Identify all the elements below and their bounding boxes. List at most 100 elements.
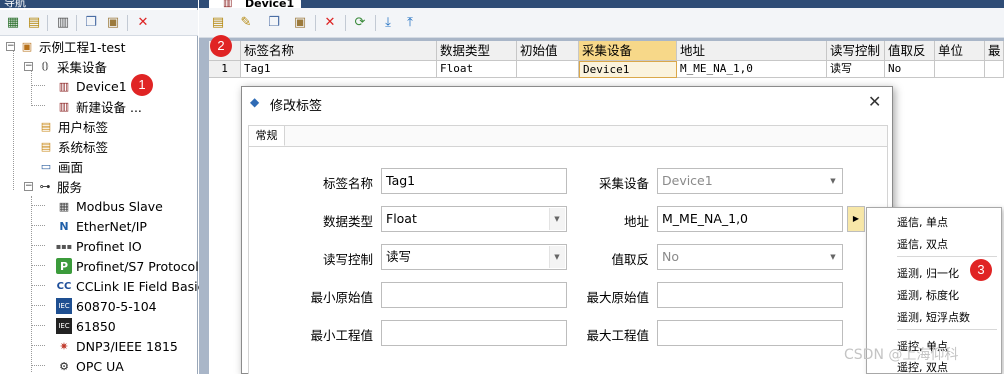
col-header-address[interactable]: 地址 <box>677 41 827 61</box>
settings-icon[interactable]: ▥ <box>54 14 72 32</box>
chevron-down-icon: ▼ <box>554 215 560 223</box>
system-tags-icon: ▤ <box>40 139 52 153</box>
menu-item[interactable]: 遥测, 短浮点数 <box>897 309 970 325</box>
add-icon[interactable]: ▤ <box>25 14 43 32</box>
rw-control-select[interactable]: 读写 ▼ <box>381 244 567 270</box>
tree-item-device1[interactable]: ▥ Device1 <box>56 76 127 96</box>
tree-item-user-tags[interactable]: ▤ 用户标签 <box>38 116 108 136</box>
tree-item-profinet-s7[interactable]: P Profinet/S7 Protocol <box>56 256 199 276</box>
tree-item-iec104[interactable]: IEC 60870-5-104 <box>56 296 157 316</box>
tree-item-dnp3[interactable]: ✷ DNP3/IEEE 1815 <box>56 336 177 356</box>
tag-name-label: 标签名称 <box>322 176 373 191</box>
cell-invert[interactable]: No <box>885 61 935 78</box>
chevron-down-icon: ▼ <box>830 177 836 185</box>
document-tab-strip: ▥ Device1 <box>199 0 1004 8</box>
col-header-initial-value[interactable]: 初始值 <box>517 41 579 61</box>
grid-toolbar: ▤ ✎ ❐ ▣ ✕ ⟳ ⤓ ⤒ <box>199 8 1004 38</box>
max-raw-label: 最大原始值 <box>586 290 649 305</box>
invert-select[interactable]: No ▼ <box>657 244 843 270</box>
import-icon[interactable]: ⤓ <box>379 14 397 32</box>
tree-item-profinet-io[interactable]: ▪▪▪ Profinet IO <box>56 236 142 256</box>
collapse-icon[interactable]: − <box>24 61 33 71</box>
navigation-pane: 导航 ▦ ▤ ▥ ❐ ▣ ✕ − ▣ 示例工程1-test − ⦅⦆ 采集设备 … <box>0 0 205 374</box>
edit-tag-icon[interactable]: ✎ <box>237 14 255 32</box>
max-eng-field[interactable] <box>657 320 843 346</box>
tree-item-project[interactable]: − ▣ 示例工程1-test <box>6 36 125 56</box>
new-device-icon: ▥ <box>58 99 70 113</box>
min-eng-field[interactable] <box>381 320 567 346</box>
refresh-icon[interactable]: ⟳ <box>351 14 369 32</box>
project-tree: − ▣ 示例工程1-test − ⦅⦆ 采集设备 ▥ Device1 ▥ 新建设… <box>0 36 205 374</box>
min-raw-field[interactable] <box>381 282 567 308</box>
close-icon[interactable]: ✕ <box>868 92 881 111</box>
cell-device[interactable]: Device1 <box>579 61 677 78</box>
tree-item-cclink[interactable]: CC CCLink IE Field Basic <box>56 276 205 296</box>
project-icon: ▣ <box>21 39 33 53</box>
collapse-icon[interactable]: − <box>24 181 33 191</box>
cell-tag-name[interactable]: Tag1 <box>241 61 437 78</box>
tree-item-services[interactable]: − ⊶ 服务 <box>24 176 82 196</box>
tree-item-iec61850[interactable]: IEC 61850 <box>56 316 116 336</box>
add-tag-icon[interactable]: ▤ <box>209 14 227 32</box>
chevron-right-icon: ▶ <box>852 214 860 223</box>
col-header-data-type[interactable]: 数据类型 <box>437 41 517 61</box>
tab-device1[interactable]: ▥ Device1 <box>209 0 301 8</box>
device-label: 采集设备 <box>598 176 649 191</box>
cell-initial-value[interactable] <box>517 61 579 78</box>
paste-icon[interactable]: ▣ <box>104 14 122 32</box>
collapse-icon[interactable]: − <box>6 41 15 51</box>
col-header-max[interactable]: 最 <box>985 41 1004 61</box>
paste-icon[interactable]: ▣ <box>291 14 309 32</box>
delete-icon[interactable]: ✕ <box>134 14 152 32</box>
form-panel: 标签名称 Tag1 采集设备 Device1 ▼ 数据类型 Float ▼ 地址 M… <box>249 146 887 374</box>
cell-max[interactable] <box>985 61 1004 78</box>
cell-address[interactable]: M_ME_NA_1,0 <box>677 61 827 78</box>
cclink-icon: CC <box>56 280 72 292</box>
max-raw-field[interactable] <box>657 282 843 308</box>
col-header-device[interactable]: 采集设备 <box>579 41 677 61</box>
diamond-icon: ◆ <box>250 95 260 109</box>
col-header-unit[interactable]: 单位 <box>935 41 985 61</box>
address-label: 地址 <box>623 214 649 229</box>
nav-toolbar: ▦ ▤ ▥ ❐ ▣ ✕ <box>0 10 198 36</box>
iec61850-icon: IEC <box>56 318 72 334</box>
chevron-down-icon: ▼ <box>554 253 560 261</box>
col-header-rw-control[interactable]: 读写控制 <box>827 41 885 61</box>
tree-item-modbus-slave[interactable]: ▦ Modbus Slave <box>56 196 163 216</box>
tree-item-devices[interactable]: − ⦅⦆ 采集设备 <box>24 56 107 76</box>
tree-item-new-device[interactable]: ▥ 新建设备 ... <box>56 96 142 116</box>
tree-item-ethernet-ip[interactable]: N EtherNet/IP <box>56 216 147 236</box>
invert-label: 值取反 <box>611 252 649 267</box>
dialog-title: 修改标签 <box>270 99 323 114</box>
col-header-invert[interactable]: 值取反 <box>885 41 935 61</box>
menu-item[interactable]: 遥测, 归一化 <box>897 265 959 281</box>
export-icon[interactable]: ⤒ <box>401 14 419 32</box>
cell-unit[interactable] <box>935 61 985 78</box>
dnp3-icon: ✷ <box>59 339 69 353</box>
cell-rw-control[interactable]: 读写 <box>827 61 885 78</box>
tree-item-screens[interactable]: ▭ 画面 <box>38 156 83 176</box>
tree-item-opcua[interactable]: ⚙ OPC UA <box>56 356 124 374</box>
device-select[interactable]: Device1 ▼ <box>657 168 843 194</box>
copy-icon[interactable]: ❐ <box>82 14 100 32</box>
tab-general[interactable]: 常规 <box>249 126 285 146</box>
tag-name-field[interactable]: Tag1 <box>381 168 567 194</box>
annotation-badge: 1 <box>131 74 153 96</box>
menu-item[interactable]: 遥信, 双点 <box>897 236 948 252</box>
address-picker-button[interactable]: ▶ <box>847 206 865 232</box>
menu-item[interactable]: 遥测, 标度化 <box>897 287 959 303</box>
delete-icon[interactable]: ✕ <box>321 14 339 32</box>
grid-icon[interactable]: ▦ <box>4 14 22 32</box>
menu-item[interactable]: 遥信, 单点 <box>897 214 948 230</box>
annotation-badge: 3 <box>970 259 992 281</box>
copy-icon[interactable]: ❐ <box>265 14 283 32</box>
tree-item-system-tags[interactable]: ▤ 系统标签 <box>38 136 108 156</box>
col-header-tag-name[interactable]: 标签名称 <box>241 41 437 61</box>
cell-data-type[interactable]: Float <box>437 61 517 78</box>
address-field[interactable]: M_ME_NA_1,0 <box>657 206 843 232</box>
row-number[interactable]: 1 <box>209 61 241 78</box>
device-icon: ▥ <box>223 0 233 8</box>
profinet-s7-icon: P <box>56 258 72 274</box>
dialog-body: 常规 标签名称 Tag1 采集设备 Device1 ▼ 数据类型 Float ▼ 地… <box>248 125 888 374</box>
data-type-select[interactable]: Float ▼ <box>381 206 567 232</box>
